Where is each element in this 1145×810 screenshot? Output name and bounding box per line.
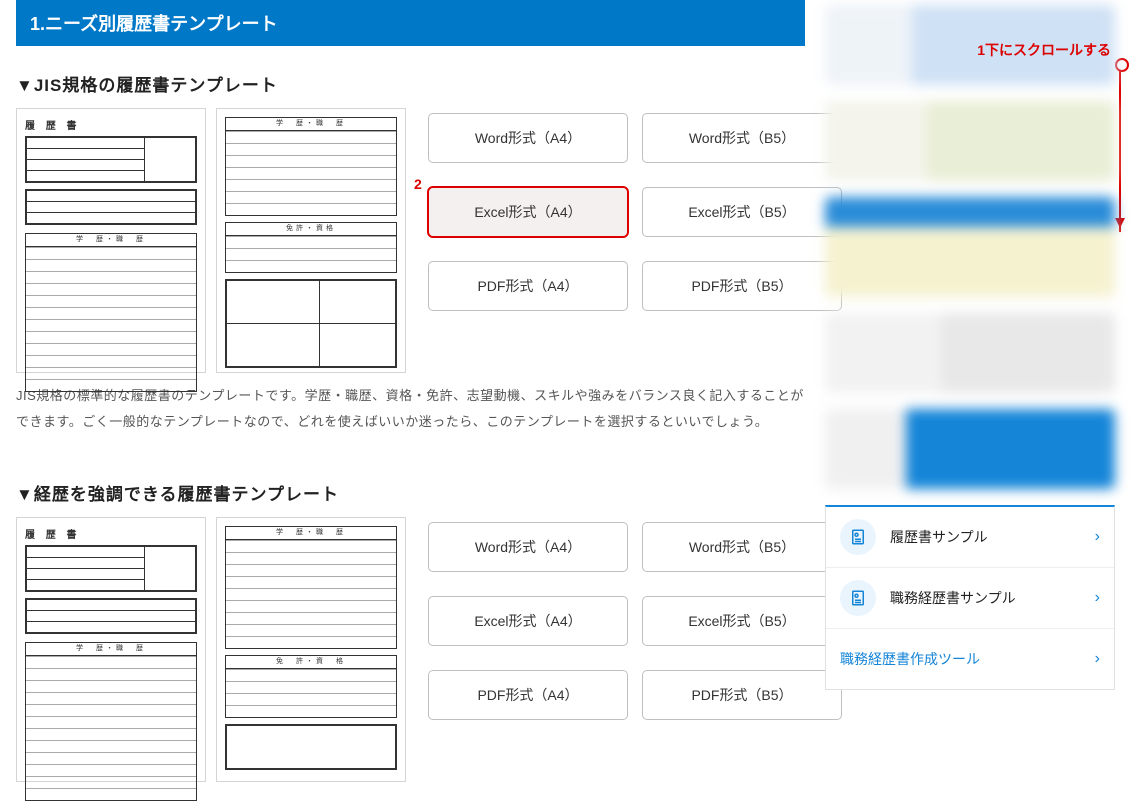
resume-preview-right: 学 歴・職 歴 免 許・資 格	[216, 517, 406, 782]
download-button[interactable]: Excel形式（B5）	[642, 187, 842, 237]
resume-preview-left: 履 歴 書 学 歴・職 歴	[16, 517, 206, 782]
annotation-arrow	[1119, 60, 1121, 232]
sidebar-ad[interactable]	[825, 101, 1115, 181]
document-icon	[840, 580, 876, 616]
sidebar-ad[interactable]	[825, 197, 1115, 297]
sidebar-ad[interactable]	[825, 313, 1115, 393]
resume-preview-left: 履 歴 書 学 歴・職 歴	[16, 108, 206, 373]
sidebar-link-label: 職務経歴書作成ツール	[840, 649, 1081, 669]
chevron-right-icon: ›	[1095, 589, 1100, 607]
download-button[interactable]: Word形式（B5）	[642, 113, 842, 163]
download-button[interactable]: PDF形式（A4）	[428, 670, 628, 720]
annotation-2: 2	[414, 176, 422, 192]
sidebar-link-label: 履歴書サンプル	[890, 527, 1081, 547]
download-button[interactable]: PDF形式（A4）	[428, 261, 628, 311]
jis-previews: 履 歴 書 学 歴・職 歴 学 歴・職 歴	[16, 108, 406, 373]
sidebar-ad[interactable]	[825, 409, 1115, 489]
keireki-heading: ▼経歴を強調できる履歴書テンプレート	[16, 480, 805, 505]
chevron-right-icon: ›	[1095, 650, 1100, 668]
jis-heading: ▼JIS規格の履歴書テンプレート	[16, 71, 805, 96]
download-button[interactable]: Word形式（A4）	[428, 522, 628, 572]
document-icon	[840, 519, 876, 555]
sidebar-link-label: 職務経歴書サンプル	[890, 588, 1081, 608]
sidebar-link[interactable]: 履歴書サンプル ›	[826, 507, 1114, 568]
chevron-right-icon: ›	[1095, 528, 1100, 546]
download-button[interactable]: Excel形式（B5）	[642, 596, 842, 646]
download-button[interactable]: Excel形式（A4）	[428, 596, 628, 646]
download-button[interactable]: Word形式（B5）	[642, 522, 842, 572]
download-button[interactable]: Word形式（A4）	[428, 113, 628, 163]
download-button[interactable]: Excel形式（A4）	[428, 187, 628, 237]
download-button[interactable]: PDF形式（B5）	[642, 261, 842, 311]
download-button[interactable]: PDF形式（B5）	[642, 670, 842, 720]
section-title: 1.ニーズ別履歴書テンプレート	[16, 0, 805, 46]
resume-preview-right: 学 歴・職 歴 免許・資格	[216, 108, 406, 373]
sidebar-link[interactable]: 職務経歴書作成ツール ›	[826, 629, 1114, 689]
sidebar-link[interactable]: 職務経歴書サンプル ›	[826, 568, 1114, 629]
keireki-previews: 履 歴 書 学 歴・職 歴 学 歴・職 歴 免 許・資 格	[16, 517, 406, 782]
annotation-scroll: 1下にスクロールする	[977, 40, 1111, 60]
